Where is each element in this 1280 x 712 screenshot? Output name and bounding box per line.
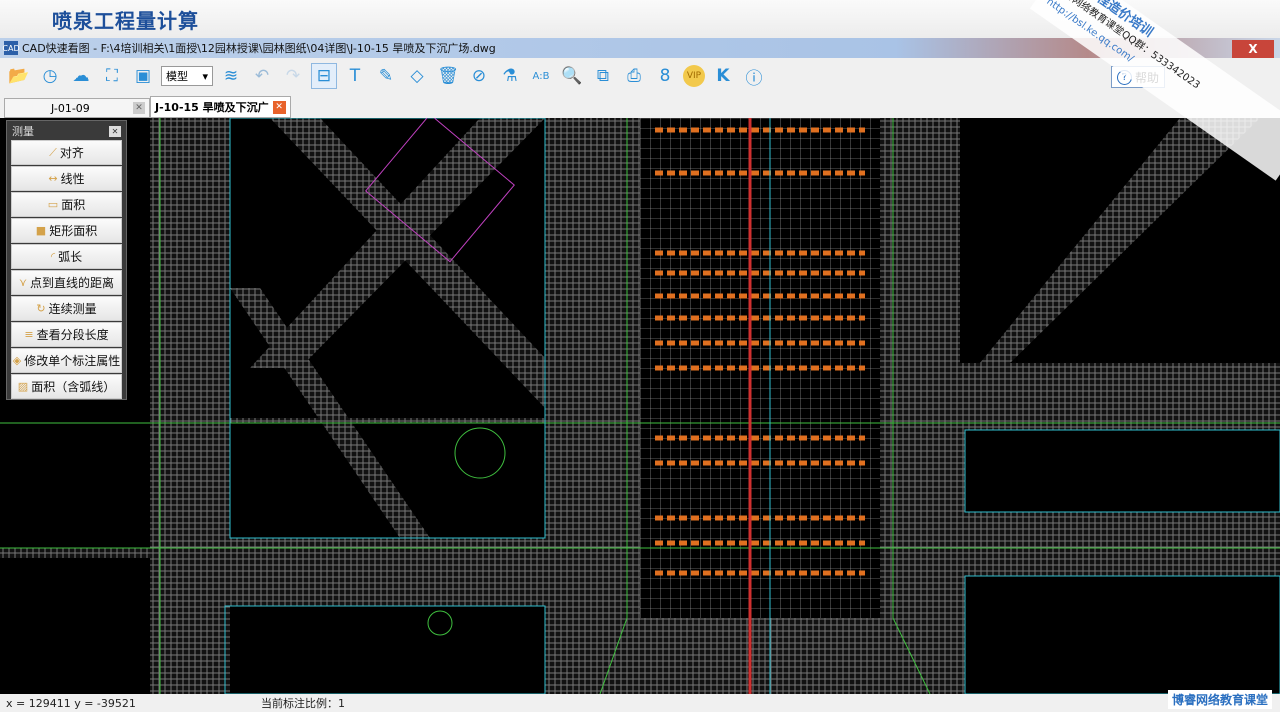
redo-icon[interactable]: ↷ — [280, 63, 306, 89]
close-icon[interactable]: ✕ — [109, 125, 121, 137]
layout-select[interactable]: 模型 ▾ — [161, 66, 213, 86]
point-line-icon: ⋎ — [18, 276, 28, 289]
status-bar: x = 129411 y = -39521 当前标注比例：1 — [0, 694, 1280, 712]
watermark-footer: 博睿网络教育课堂 — [1167, 690, 1272, 709]
tab-j-01-09[interactable]: J-01-09 ✕ — [4, 98, 150, 118]
measure-linear-button[interactable]: ↔ 线性 — [11, 166, 122, 191]
item-label: 矩形面积 — [49, 224, 98, 238]
measure-align-button[interactable]: ⟋ 对齐 — [11, 140, 122, 165]
measure-arc-area-button[interactable]: ▨ 面积（含弧线） — [11, 374, 122, 399]
tab-label: J-10-15 旱喷及下沉广 — [155, 101, 269, 114]
recent-icon[interactable]: ◷ — [37, 63, 63, 89]
toolbar: 📂 ◷ ☁ ⛶ ▣ 模型 ▾ ≋ ↶ ↷ ⊟ T ✎ ◇ 🗑 ⊘ ⚗ A:B 🔍 … — [0, 58, 1280, 94]
edit-dimension-icon: ◈ — [12, 354, 22, 367]
text-icon[interactable]: T — [342, 63, 368, 89]
paving-areas — [0, 118, 1280, 694]
item-label: 对齐 — [59, 146, 84, 160]
measure-panel: 测量 ✕ ⟋ 对齐 ↔ 线性 ▭ 面积 ■ 矩形面积 ◜ 弧长 ⋎ 点到直线的距离 ↻ 连续测量… — [6, 120, 127, 400]
document-tabs: J-01-09 ✕ J-10-15 旱喷及下沉广 ✕ — [0, 94, 1280, 118]
undo-icon[interactable]: ↶ — [249, 63, 275, 89]
window-titlebar: CAD CAD快速看图 - F:\4培训相关\1面授\12园林授课\园林图纸\0… — [0, 38, 1280, 58]
area-icon: ▭ — [47, 198, 59, 211]
layers-icon[interactable]: ≋ — [218, 63, 244, 89]
hide-icon[interactable]: ⊘ — [466, 63, 492, 89]
arc-area-icon: ▨ — [17, 380, 29, 393]
find-icon[interactable]: 🔍 — [559, 63, 585, 89]
pick-color-icon[interactable]: ⚗ — [497, 63, 523, 89]
delete-icon[interactable]: 🗑 — [435, 63, 461, 89]
tab-j-10-15[interactable]: J-10-15 旱喷及下沉广 ✕ — [150, 96, 291, 118]
measure-continuous-button[interactable]: ↻ 连续测量 — [11, 296, 122, 321]
window-title: CAD快速看图 - F:\4培训相关\1面授\12园林授课\园林图纸\04详图\… — [22, 42, 496, 55]
help-label: 帮助 — [1134, 70, 1159, 85]
brand-title: 喷泉工程量计算 — [52, 8, 199, 33]
item-label: 线性 — [60, 172, 85, 186]
pen-icon[interactable]: ✎ — [373, 63, 399, 89]
cad-drawing-canvas[interactable] — [0, 118, 1280, 694]
item-label: 面积（含弧线） — [31, 380, 116, 394]
chevron-down-icon: ▾ — [202, 69, 208, 83]
tab-label: J-01-09 — [51, 101, 90, 115]
cloud-icon[interactable]: ☁ — [68, 63, 94, 89]
measure-panel-title: 测量 — [12, 125, 34, 138]
close-tab-icon[interactable]: ✕ — [133, 102, 145, 114]
item-label: 面积 — [61, 198, 86, 212]
help-button[interactable]: ? 帮助 — [1110, 66, 1165, 88]
vip-icon[interactable]: VIP — [683, 65, 705, 87]
segments-icon: ≡ — [24, 328, 34, 341]
coordinate-readout: x = 129411 y = -39521 — [6, 696, 136, 710]
measure-panel-header: 测量 ✕ — [9, 123, 124, 139]
align-icon: ⟋ — [49, 145, 57, 159]
k-logo-icon[interactable]: K — [710, 63, 736, 89]
item-label: 查看分段长度 — [36, 328, 109, 342]
question-icon: ? — [1116, 69, 1132, 85]
item-label: 连续测量 — [48, 302, 97, 316]
dimension-scale: 当前标注比例：1 — [261, 697, 345, 710]
app-icon: CAD — [2, 41, 20, 55]
replace-tool-icon[interactable]: ⧉ — [590, 63, 616, 89]
user-icon[interactable]: 8 — [652, 63, 678, 89]
close-tab-icon[interactable]: ✕ — [272, 100, 286, 114]
info-icon[interactable]: ⓘ — [741, 63, 767, 89]
measure-arc-length-button[interactable]: ◜ 弧长 — [11, 244, 122, 269]
item-label: 弧长 — [58, 250, 83, 264]
item-label: 点到直线的距离 — [30, 276, 115, 290]
item-label: 修改单个标注属性 — [24, 354, 121, 368]
edit-dimension-button[interactable]: ◈ 修改单个标注属性 — [11, 348, 122, 373]
measure-icon[interactable]: ⊟ — [311, 63, 337, 89]
arc-icon: ◜ — [50, 250, 56, 263]
preview-icon[interactable]: ▣ — [130, 63, 156, 89]
cad-drawing — [0, 118, 1280, 694]
measure-area-button[interactable]: ▭ 面积 — [11, 192, 122, 217]
open-folder-icon[interactable]: 📂 — [6, 63, 32, 89]
eraser-icon[interactable]: ◇ — [404, 63, 430, 89]
measure-rect-area-button[interactable]: ■ 矩形面积 — [11, 218, 122, 243]
rect-area-icon: ■ — [35, 224, 47, 237]
linear-icon: ↔ — [48, 172, 58, 185]
measure-segments-button[interactable]: ≡ 查看分段长度 — [11, 322, 122, 347]
layout-select-value: 模型 — [166, 70, 188, 83]
continuous-icon: ↻ — [36, 302, 46, 315]
print-icon[interactable]: ⎙ — [621, 63, 647, 89]
fullscreen-icon[interactable]: ⛶ — [99, 63, 125, 89]
measure-point-line-button[interactable]: ⋎ 点到直线的距离 — [11, 270, 122, 295]
app-brand: 喷泉工程量计算 — [0, 0, 1280, 38]
close-button[interactable]: X — [1232, 40, 1274, 58]
ab-compare-icon[interactable]: A:B — [528, 63, 554, 89]
